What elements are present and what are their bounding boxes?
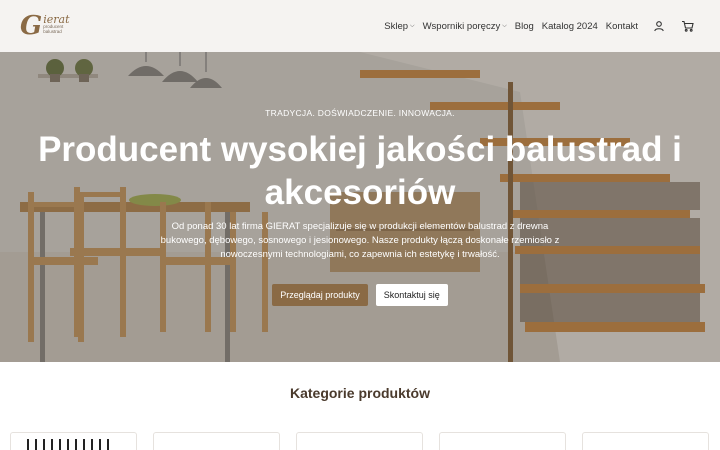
cart-icon[interactable]	[680, 19, 694, 33]
chevron-down-icon: ⌵	[502, 22, 507, 29]
category-cards	[10, 432, 710, 450]
nav-item-katalog[interactable]: Katalog 2024	[542, 21, 598, 32]
main-nav: Sklep ⌵ Wsporniki poręczy ⌵ Blog Katalog…	[376, 0, 694, 52]
hero-content: TRADYCJA. DOŚWIADCZENIE. INNOWACJA. Prod…	[0, 52, 720, 362]
categories-title: Kategorie produktów	[289, 385, 430, 401]
user-icon[interactable]	[652, 19, 666, 33]
nav-item-blog[interactable]: Blog	[515, 21, 534, 32]
contact-button[interactable]: Skontaktuj się	[375, 284, 448, 306]
category-card[interactable]	[296, 432, 423, 450]
category-card[interactable]	[10, 432, 137, 450]
hero-section: TRADYCJA. DOŚWIADCZENIE. INNOWACJA. Prod…	[0, 52, 720, 362]
hero-title: Producent wysokiej jakości balustrad i a…	[38, 130, 682, 212]
nav-label: Katalog 2024	[541, 20, 598, 32]
logo-name: ierat	[43, 12, 70, 26]
logo-text: ierat producent balustrad	[43, 14, 69, 35]
hero-buttons: Przeglądaj produkty Skontaktuj się	[0, 284, 720, 306]
hero-tagline: TRADYCJA. DOŚWIADCZENIE. INNOWACJA.	[265, 108, 455, 118]
logo-mark: G	[20, 11, 43, 41]
nav-label: Blog	[514, 20, 534, 32]
nav-item-kontakt[interactable]: Kontakt	[606, 21, 638, 32]
nav-label: Sklep	[384, 20, 409, 32]
nav-label: Kontakt	[605, 20, 638, 32]
hero-description: Od ponad 30 lat firma GIERAT specjalizuj…	[160, 221, 560, 260]
category-card[interactable]	[439, 432, 566, 450]
nav-item-sklep[interactable]: Sklep ⌵	[384, 21, 414, 32]
browse-products-button[interactable]: Przeglądaj produkty	[272, 284, 368, 306]
balusters-thumbnail	[27, 439, 115, 450]
category-card[interactable]	[582, 432, 709, 450]
category-card[interactable]	[153, 432, 280, 450]
nav-label: Wsporniki poręczy	[422, 20, 501, 32]
logo-sub-2: balustrad	[43, 28, 62, 34]
site-header: G ierat producent balustrad Sklep ⌵ Wspo…	[0, 0, 720, 52]
chevron-down-icon: ⌵	[410, 22, 415, 29]
nav-item-wsporniki[interactable]: Wsporniki poręczy ⌵	[423, 21, 507, 32]
logo[interactable]: G ierat producent balustrad	[20, 10, 80, 42]
